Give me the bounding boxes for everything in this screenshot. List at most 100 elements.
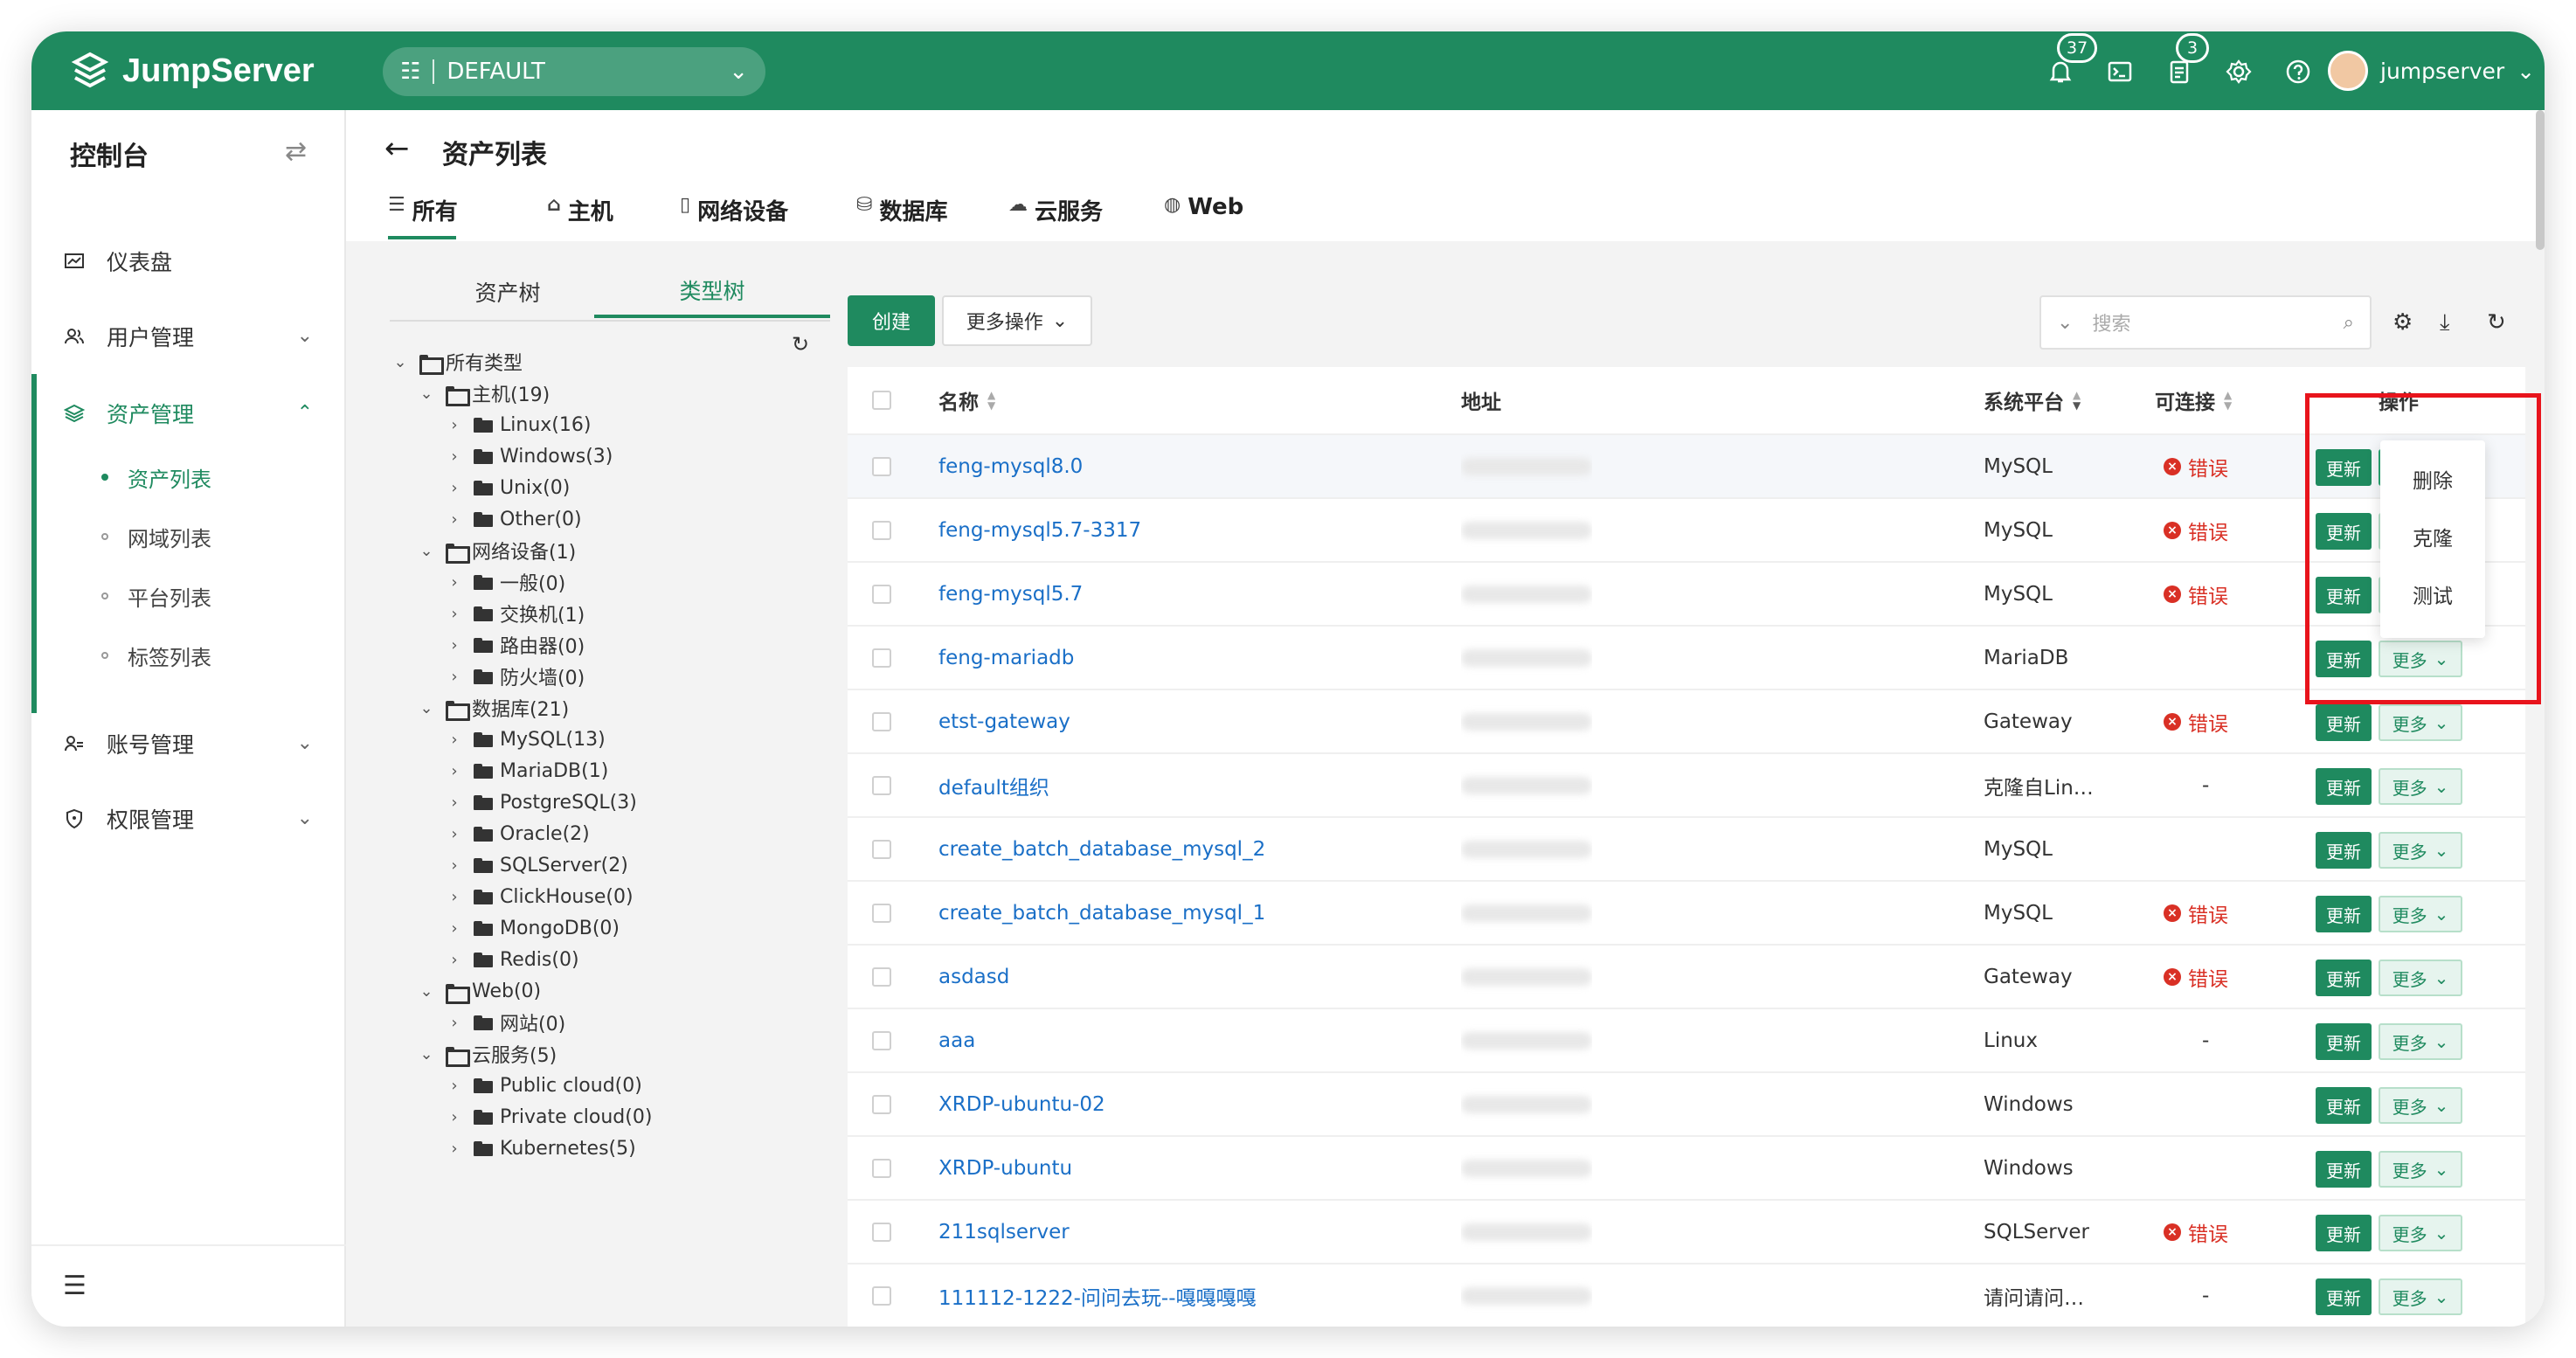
update-button[interactable]: 更新 (2316, 704, 2372, 741)
tree-node[interactable]: › MongoDB(0) (444, 912, 620, 944)
table-row[interactable]: etst-gateway Gateway × 错误 更新 更多 ⌄ (848, 690, 2525, 754)
tree-node[interactable]: › Other(0) (444, 503, 581, 535)
tree-node[interactable]: ⌄ 主机(19) (416, 378, 550, 409)
chevron-right-icon[interactable]: › (444, 731, 465, 749)
tree-node[interactable]: › Oracle(2) (444, 818, 589, 849)
swap-icon[interactable]: ⇄ (285, 136, 307, 167)
update-button[interactable]: 更新 (2316, 896, 2372, 932)
user-menu[interactable]: jumpserver ⌄ (2328, 49, 2535, 93)
sidebar-subitem-platform-list[interactable]: 平台列表 (31, 570, 346, 622)
update-button[interactable]: 更新 (2316, 1023, 2372, 1060)
checkbox[interactable] (872, 839, 891, 859)
update-button[interactable]: 更新 (2316, 1278, 2372, 1315)
table-row[interactable]: feng-mysql8.0MySQL×错误更新更多⌄ (848, 435, 2525, 499)
table-row[interactable]: default组织 克隆自Lin… - 更新 更多 ⌄ (848, 754, 2525, 818)
checkbox[interactable] (872, 1158, 891, 1178)
more-button[interactable]: 更多 ⌄ (2379, 896, 2462, 932)
table-row[interactable]: XRDP-ubuntu-02 Windows 更新 更多 ⌄ (848, 1073, 2525, 1137)
sidebar-item-permissions[interactable]: 权限管理 ⌄ (31, 788, 346, 849)
chevron-right-icon[interactable]: › (444, 479, 465, 497)
sort-icon[interactable]: ▲ ▼ (2224, 390, 2232, 411)
back-arrow-icon[interactable]: ← (384, 131, 410, 166)
asset-name-link[interactable]: aaa (938, 1029, 975, 1052)
table-row[interactable]: 211sqlserver SQLServer × 错误 更新 更多 ⌄ (848, 1201, 2525, 1264)
tab-cloud[interactable]: ☁ 云服务 (1008, 194, 1103, 238)
asset-name-link[interactable]: create_batch_database_mysql_2 (938, 838, 1265, 861)
tree-node[interactable]: › PostgreSQL(3) (444, 786, 636, 818)
logo[interactable]: JumpServer (70, 47, 315, 94)
asset-name-link[interactable]: XRDP-ubuntu-02 (938, 1093, 1105, 1116)
table-row[interactable]: asdasd Gateway × 错误 更新 更多 ⌄ (848, 946, 2525, 1009)
row-checkbox-cell[interactable] (872, 1201, 891, 1263)
chevron-down-icon[interactable]: ⌄ (416, 982, 437, 1001)
sidebar-subitem-asset-list[interactable]: 资产列表 (31, 451, 346, 503)
tree-node[interactable]: › Windows(3) (444, 440, 613, 472)
tab-host[interactable]: ⌂ 主机 (547, 194, 613, 238)
chevron-down-icon[interactable]: ⌄ (416, 699, 437, 717)
row-checkbox-cell[interactable] (872, 1009, 891, 1071)
row-checkbox-cell[interactable] (872, 563, 891, 625)
sidebar-item-accounts[interactable]: 账号管理 ⌄ (31, 713, 346, 774)
more-actions-button[interactable]: 更多操作 ⌄ (942, 295, 1092, 346)
create-button[interactable]: 创建 (848, 295, 935, 346)
help-button[interactable] (2279, 52, 2317, 91)
row-checkbox-cell[interactable] (872, 435, 891, 497)
update-button[interactable]: 更新 (2316, 960, 2372, 996)
tree-node[interactable]: › Public cloud(0) (444, 1070, 641, 1101)
asset-name-link[interactable]: 111112-1222-问问去玩--嘎嘎嘎嘎 (938, 1281, 1257, 1311)
checkbox[interactable] (872, 1222, 891, 1242)
tree-node[interactable]: ⌄ Web(0) (416, 975, 541, 1007)
table-row[interactable]: feng-mysql5.7MySQL×错误更新更多⌄ (848, 563, 2525, 627)
more-button[interactable]: 更多 ⌄ (2379, 1023, 2462, 1060)
tree-node[interactable]: › MariaDB(1) (444, 755, 608, 786)
chevron-right-icon[interactable]: › (444, 510, 465, 529)
tree-node[interactable]: ⌄ 所有类型 (390, 346, 523, 378)
table-row[interactable]: XRDP-ubuntu Windows 更新 更多 ⌄ (848, 1137, 2525, 1201)
checkbox[interactable] (872, 648, 891, 668)
asset-name-link[interactable]: asdasd (938, 966, 1009, 988)
row-checkbox-cell[interactable] (872, 1073, 891, 1135)
checkbox[interactable] (872, 711, 891, 731)
more-button[interactable]: 更多 ⌄ (2379, 1215, 2462, 1251)
chevron-right-icon[interactable]: › (444, 793, 465, 812)
chevron-right-icon[interactable]: › (444, 636, 465, 655)
sidebar-item-users[interactable]: 用户管理 ⌄ (31, 306, 346, 367)
chevron-right-icon[interactable]: › (444, 825, 465, 843)
select-all-checkbox[interactable] (872, 367, 891, 433)
chevron-right-icon[interactable]: › (444, 416, 465, 434)
tree-node[interactable]: › Kubernetes(5) (444, 1133, 635, 1164)
search-input[interactable]: ⌄ 搜索 ⌕ (2039, 295, 2372, 350)
download-icon[interactable]: ⤓ (2440, 309, 2450, 336)
row-checkbox-cell[interactable] (872, 1137, 891, 1199)
more-button[interactable]: 更多 ⌄ (2379, 704, 2462, 741)
menu-item-test[interactable]: 测试 (2380, 568, 2485, 620)
tree-node[interactable]: › MySQL(13) (444, 724, 605, 755)
tree-node[interactable]: ⌄ 云服务(5) (416, 1038, 557, 1070)
notifications-button[interactable]: 37 (2041, 33, 2098, 91)
column-header-platform[interactable]: 系统平台 ▲ ▼ (1984, 367, 2081, 433)
more-button[interactable]: 更多 ⌄ (2379, 768, 2462, 805)
checkbox[interactable] (872, 391, 891, 410)
chevron-right-icon[interactable]: › (444, 888, 465, 906)
checkbox[interactable] (872, 967, 891, 987)
chevron-down-icon[interactable]: ⌄ (416, 1045, 437, 1064)
chevron-right-icon[interactable]: › (444, 573, 465, 592)
tab-all[interactable]: ☰ 所有 (388, 194, 458, 238)
tree-node[interactable]: › 一般(0) (444, 566, 565, 598)
collapse-sidebar-icon[interactable]: ☰ (63, 1271, 87, 1301)
asset-name-link[interactable]: feng-mysql5.7-3317 (938, 519, 1141, 542)
row-checkbox-cell[interactable] (872, 690, 891, 752)
chevron-down-icon[interactable]: ⌄ (390, 353, 411, 371)
tree-tab-type[interactable]: 类型树 (594, 266, 830, 318)
tree-node[interactable]: › 交换机(1) (444, 598, 585, 629)
chevron-right-icon[interactable]: › (444, 919, 465, 938)
table-row[interactable]: aaa Linux - 更新 更多 ⌄ (848, 1009, 2525, 1073)
asset-name-link[interactable]: 211sqlserver (938, 1221, 1070, 1244)
more-button[interactable]: 更多 ⌄ (2379, 960, 2462, 996)
tree-node[interactable]: ⌄ 数据库(21) (416, 692, 569, 724)
update-button[interactable]: 更新 (2316, 1151, 2372, 1188)
chevron-right-icon[interactable]: › (444, 762, 465, 780)
chevron-down-icon[interactable]: ⌄ (416, 385, 437, 403)
row-checkbox-cell[interactable] (872, 946, 891, 1008)
asset-name-link[interactable]: feng-mysql8.0 (938, 455, 1083, 478)
